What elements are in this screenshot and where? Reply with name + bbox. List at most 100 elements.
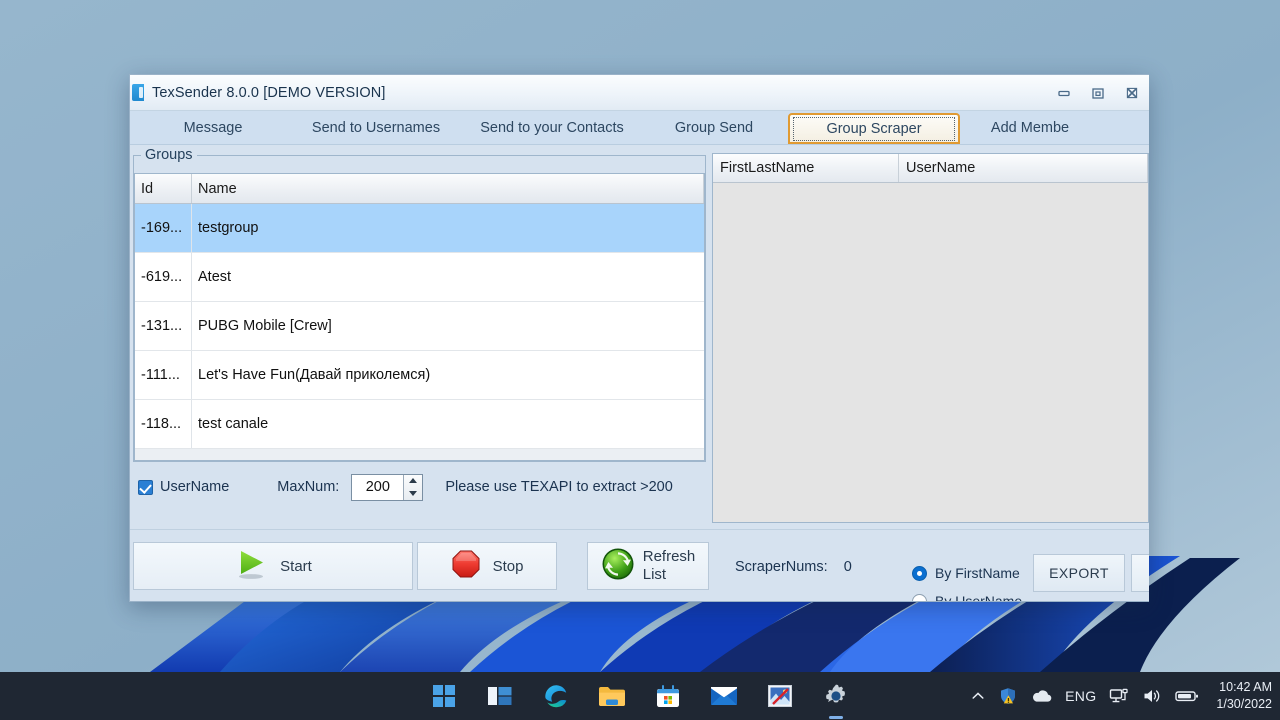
system-tray: ENG 10:42 AM 1/30/2022 [970,679,1272,713]
texsender-app-icon [132,84,144,101]
radio-by-firstname-label: By FirstName [935,565,1020,581]
refresh-label-line2: List [642,566,667,583]
stepper-down-icon[interactable] [409,490,418,496]
clock-time: 10:42 AM [1219,680,1272,695]
texsender-window: TexSender 8.0.0 [DEMO VERSION] Message S… [129,74,1149,602]
stop-octagon-icon [451,549,481,583]
battery-icon[interactable] [1175,689,1199,703]
clock-date: 1/30/2022 [1216,697,1272,711]
tab-label: Add Membe [990,119,1070,136]
radio-button-icon[interactable] [912,593,927,601]
start-button[interactable]: Start [133,542,413,590]
maxnum-label: MaxNum: [277,479,340,495]
radio-by-username[interactable]: By UserName [912,593,1023,602]
refresh-list-button[interactable]: Refresh List [587,542,709,590]
photos-icon[interactable] [766,682,794,710]
taskbar-clock[interactable]: 10:42 AM 1/30/2022 [1216,679,1272,713]
tab-label: Send to Usernames [311,119,441,136]
column-header-name[interactable]: Name [192,174,704,203]
volume-icon[interactable] [1142,687,1162,705]
microsoft-edge-icon[interactable] [542,682,570,710]
tab-add-members[interactable]: Add Membe [960,111,1100,144]
cell-name: testgroup [198,220,259,236]
cell-id: -169... [135,204,192,252]
cell-name: Let's Have Fun(Давай приколемся) [198,367,431,383]
minimize-icon[interactable] [1047,81,1081,105]
groups-grid[interactable]: Id Name -169... testgroup -619... Atest … [134,173,705,461]
column-header-firstlastname[interactable]: FirstLastName [713,154,899,182]
radio-button-icon[interactable] [912,565,927,581]
mail-icon[interactable] [710,682,738,710]
refresh-label-line1: Refresh [642,548,696,566]
tab-message[interactable]: Message [138,111,288,144]
tab-send-to-your-contacts[interactable]: Send to your Contacts [464,111,640,144]
groups-grid-header: Id Name [135,174,704,204]
radio-by-username-label: By UserName [935,593,1023,602]
results-grid-header: FirstLastName UserName [713,154,1148,183]
tab-label: Send to your Contacts [480,119,624,136]
maxnum-value[interactable]: 200 [352,479,403,495]
tab-label: Group Send [674,119,754,136]
column-header-username[interactable]: UserName [899,154,1148,182]
export-button[interactable]: EXPORT [1033,554,1125,592]
texapi-hint: Please use TEXAPI to extract >200 [445,479,673,495]
cell-id: -111... [135,351,192,399]
chevron-up-icon[interactable] [970,688,986,704]
network-icon[interactable] [1109,687,1129,705]
groups-legend: Groups [141,147,197,163]
action-bar: Start Stop Refresh List ScraperNums: 0 B… [130,529,1149,602]
window-controls [1047,75,1149,111]
table-row[interactable]: -169... testgroup [135,204,704,253]
username-checkbox[interactable] [138,479,153,495]
table-row[interactable]: -619... Atest [135,253,704,302]
tab-label: Group Scraper [826,120,922,137]
stop-button[interactable]: Stop [417,542,557,590]
tab-label: Message [183,119,243,136]
secondary-action-button[interactable] [1131,554,1149,592]
username-checkbox-label: UserName [160,479,230,495]
window-titlebar[interactable]: TexSender 8.0.0 [DEMO VERSION] [130,75,1149,111]
table-row[interactable]: -118... test canale [135,400,704,449]
cell-id: -619... [135,253,192,301]
language-indicator[interactable]: ENG [1065,688,1096,704]
tab-content-group-scraper: Groups Id Name -169... testgroup -619...… [130,145,1149,602]
scrapernums-label: ScraperNums: [735,559,828,575]
cell-id: -118... [135,400,192,448]
tab-group-scraper[interactable]: Group Scraper [788,113,960,144]
task-view-icon[interactable] [486,682,514,710]
scrapernums-status: ScraperNums: 0 [735,559,852,575]
window-title: TexSender 8.0.0 [DEMO VERSION] [152,84,386,101]
stepper-buttons[interactable] [403,474,423,500]
close-icon[interactable] [1115,81,1149,105]
file-explorer-icon[interactable] [598,682,626,710]
microsoft-store-icon[interactable] [654,682,682,710]
start-label: Start [280,557,312,575]
maxnum-stepper[interactable]: 200 [351,473,424,501]
stepper-up-icon[interactable] [409,478,418,484]
column-header-id[interactable]: Id [135,174,192,203]
export-label: EXPORT [1049,565,1109,581]
restore-icon[interactable] [1081,81,1115,105]
tab-send-to-usernames[interactable]: Send to Usernames [288,111,464,144]
refresh-list-label: Refresh List [643,548,696,583]
cell-name: test canale [198,416,269,432]
onedrive-cloud-icon[interactable] [1030,689,1052,703]
cell-name: PUBG Mobile [Crew] [198,318,332,334]
cell-name: Atest [198,269,232,285]
defender-shield-warning-icon[interactable] [999,687,1017,705]
tab-group-send[interactable]: Group Send [640,111,788,144]
stop-label: Stop [492,557,524,575]
scraper-options-row: UserName MaxNum: 200 Please use TEXAPI t… [138,473,673,501]
scraped-results-grid[interactable]: FirstLastName UserName [712,153,1149,523]
grid-empty-space [135,449,704,460]
table-row[interactable]: -111... Let's Have Fun(Давай приколемся) [135,351,704,400]
scrapernums-value: 0 [843,559,852,575]
groups-groupbox: Groups Id Name -169... testgroup -619...… [133,147,706,462]
windows-start-icon[interactable] [430,682,458,710]
desktop: TexSender 8.0.0 [DEMO VERSION] Message S… [0,0,1280,720]
settings-gear-icon[interactable] [822,682,850,710]
table-row[interactable]: -131... PUBG Mobile [Crew] [135,302,704,351]
tab-strip: Message Send to Usernames Send to your C… [130,111,1149,145]
radio-by-firstname[interactable]: By FirstName [912,565,1020,581]
play-icon [234,548,268,584]
